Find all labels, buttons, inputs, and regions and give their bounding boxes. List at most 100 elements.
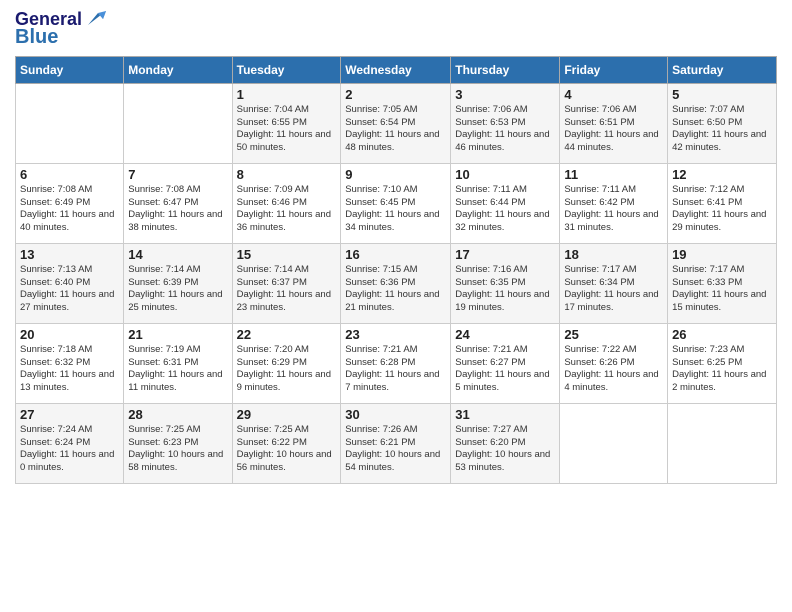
page-container: General Blue SundayMondayTuesdayWednesda… <box>0 0 792 494</box>
day-info: Sunrise: 7:06 AM Sunset: 6:51 PM Dayligh… <box>564 104 663 155</box>
day-info: Sunrise: 7:08 AM Sunset: 6:49 PM Dayligh… <box>20 184 119 235</box>
day-info: Sunrise: 7:27 AM Sunset: 6:20 PM Dayligh… <box>455 424 555 475</box>
day-info: Sunrise: 7:20 AM Sunset: 6:29 PM Dayligh… <box>237 344 337 395</box>
logo: General Blue <box>15 10 106 48</box>
day-info: Sunrise: 7:21 AM Sunset: 6:28 PM Dayligh… <box>345 344 446 395</box>
calendar-week-row: 6 Sunrise: 7:08 AM Sunset: 6:49 PM Daylig… <box>16 163 777 243</box>
day-info: Sunrise: 7:26 AM Sunset: 6:21 PM Dayligh… <box>345 424 446 475</box>
calendar-cell: 19 Sunrise: 7:17 AM Sunset: 6:33 PM Dayli… <box>668 243 777 323</box>
day-number: 6 <box>20 167 119 182</box>
day-number: 12 <box>672 167 772 182</box>
calendar-cell: 14Sunrise: 7:14 AM Sunset: 6:39 PM Dayli… <box>124 243 232 323</box>
day-info: Sunrise: 7:22 AM Sunset: 6:26 PM Dayligh… <box>564 344 663 395</box>
calendar-cell <box>16 83 124 163</box>
day-number: 2 <box>345 87 446 102</box>
day-info: Sunrise: 7:21 AM Sunset: 6:27 PM Dayligh… <box>455 344 555 395</box>
day-number: 7 <box>128 167 227 182</box>
day-number: 31 <box>455 407 555 422</box>
calendar-cell: 8 Sunrise: 7:09 AM Sunset: 6:46 PM Daylig… <box>232 163 341 243</box>
day-info: Sunrise: 7:23 AM Sunset: 6:25 PM Dayligh… <box>672 344 772 395</box>
day-number: 13 <box>20 247 119 262</box>
calendar-week-row: 13 Sunrise: 7:13 AM Sunset: 6:40 PM Dayli… <box>16 243 777 323</box>
day-info: Sunrise: 7:25 AM Sunset: 6:23 PM Dayligh… <box>128 424 227 475</box>
logo-blue: Blue <box>15 26 58 48</box>
day-number: 8 <box>237 167 337 182</box>
day-info: Sunrise: 7:19 AM Sunset: 6:31 PM Dayligh… <box>128 344 227 395</box>
day-info: Sunrise: 7:17 AM Sunset: 6:33 PM Dayligh… <box>672 264 772 315</box>
day-number: 16 <box>345 247 446 262</box>
day-info: Sunrise: 7:24 AM Sunset: 6:24 PM Dayligh… <box>20 424 119 475</box>
day-number: 28 <box>128 407 227 422</box>
day-info: Sunrise: 7:16 AM Sunset: 6:35 PM Dayligh… <box>455 264 555 315</box>
calendar-cell: 16 Sunrise: 7:15 AM Sunset: 6:36 PM Dayli… <box>341 243 451 323</box>
calendar-cell: 30 Sunrise: 7:26 AM Sunset: 6:21 PM Dayli… <box>341 403 451 483</box>
day-number: 26 <box>672 327 772 342</box>
calendar-cell: 3Sunrise: 7:06 AM Sunset: 6:53 PM Daylig… <box>451 83 560 163</box>
weekday-header-row: SundayMondayTuesdayWednesdayThursdayFrid… <box>16 56 777 83</box>
calendar-week-row: 1Sunrise: 7:04 AM Sunset: 6:55 PM Daylig… <box>16 83 777 163</box>
day-info: Sunrise: 7:07 AM Sunset: 6:50 PM Dayligh… <box>672 104 772 155</box>
day-info: Sunrise: 7:14 AM Sunset: 6:39 PM Dayligh… <box>128 264 227 315</box>
header: General Blue <box>15 10 777 48</box>
calendar-cell: 27 Sunrise: 7:24 AM Sunset: 6:24 PM Dayli… <box>16 403 124 483</box>
day-number: 29 <box>237 407 337 422</box>
calendar-week-row: 20 Sunrise: 7:18 AM Sunset: 6:32 PM Dayli… <box>16 323 777 403</box>
logo-icon <box>84 7 106 29</box>
day-number: 4 <box>564 87 663 102</box>
day-info: Sunrise: 7:11 AM Sunset: 6:44 PM Dayligh… <box>455 184 555 235</box>
calendar-week-row: 27 Sunrise: 7:24 AM Sunset: 6:24 PM Dayli… <box>16 403 777 483</box>
calendar-cell: 29Sunrise: 7:25 AM Sunset: 6:22 PM Dayli… <box>232 403 341 483</box>
day-info: Sunrise: 7:06 AM Sunset: 6:53 PM Dayligh… <box>455 104 555 155</box>
day-number: 15 <box>237 247 337 262</box>
day-number: 1 <box>237 87 337 102</box>
calendar-cell <box>560 403 668 483</box>
day-number: 22 <box>237 327 337 342</box>
day-info: Sunrise: 7:15 AM Sunset: 6:36 PM Dayligh… <box>345 264 446 315</box>
day-number: 18 <box>564 247 663 262</box>
day-number: 25 <box>564 327 663 342</box>
calendar-cell: 5 Sunrise: 7:07 AM Sunset: 6:50 PM Daylig… <box>668 83 777 163</box>
day-info: Sunrise: 7:12 AM Sunset: 6:41 PM Dayligh… <box>672 184 772 235</box>
calendar-cell: 28 Sunrise: 7:25 AM Sunset: 6:23 PM Dayli… <box>124 403 232 483</box>
weekday-header-cell: Saturday <box>668 56 777 83</box>
calendar-cell: 23Sunrise: 7:21 AM Sunset: 6:28 PM Dayli… <box>341 323 451 403</box>
day-number: 17 <box>455 247 555 262</box>
calendar-body: 1Sunrise: 7:04 AM Sunset: 6:55 PM Daylig… <box>16 83 777 483</box>
day-info: Sunrise: 7:10 AM Sunset: 6:45 PM Dayligh… <box>345 184 446 235</box>
calendar-cell: 13 Sunrise: 7:13 AM Sunset: 6:40 PM Dayli… <box>16 243 124 323</box>
calendar-cell: 21 Sunrise: 7:19 AM Sunset: 6:31 PM Dayli… <box>124 323 232 403</box>
day-info: Sunrise: 7:09 AM Sunset: 6:46 PM Dayligh… <box>237 184 337 235</box>
calendar-cell: 18 Sunrise: 7:17 AM Sunset: 6:34 PM Dayli… <box>560 243 668 323</box>
calendar-table: SundayMondayTuesdayWednesdayThursdayFrid… <box>15 56 777 484</box>
day-number: 30 <box>345 407 446 422</box>
day-number: 5 <box>672 87 772 102</box>
calendar-cell: 31 Sunrise: 7:27 AM Sunset: 6:20 PM Dayli… <box>451 403 560 483</box>
day-number: 20 <box>20 327 119 342</box>
calendar-cell <box>124 83 232 163</box>
weekday-header-cell: Sunday <box>16 56 124 83</box>
weekday-header-cell: Thursday <box>451 56 560 83</box>
day-info: Sunrise: 7:05 AM Sunset: 6:54 PM Dayligh… <box>345 104 446 155</box>
day-number: 11 <box>564 167 663 182</box>
calendar-cell: 25 Sunrise: 7:22 AM Sunset: 6:26 PM Dayli… <box>560 323 668 403</box>
calendar-cell: 4 Sunrise: 7:06 AM Sunset: 6:51 PM Daylig… <box>560 83 668 163</box>
day-info: Sunrise: 7:13 AM Sunset: 6:40 PM Dayligh… <box>20 264 119 315</box>
calendar-cell: 22 Sunrise: 7:20 AM Sunset: 6:29 PM Dayli… <box>232 323 341 403</box>
calendar-cell: 2 Sunrise: 7:05 AM Sunset: 6:54 PM Daylig… <box>341 83 451 163</box>
day-number: 9 <box>345 167 446 182</box>
day-number: 24 <box>455 327 555 342</box>
day-info: Sunrise: 7:08 AM Sunset: 6:47 PM Dayligh… <box>128 184 227 235</box>
weekday-header-cell: Monday <box>124 56 232 83</box>
calendar-cell: 10Sunrise: 7:11 AM Sunset: 6:44 PM Dayli… <box>451 163 560 243</box>
calendar-cell: 9 Sunrise: 7:10 AM Sunset: 6:45 PM Daylig… <box>341 163 451 243</box>
day-number: 21 <box>128 327 227 342</box>
day-number: 19 <box>672 247 772 262</box>
calendar-cell: 1Sunrise: 7:04 AM Sunset: 6:55 PM Daylig… <box>232 83 341 163</box>
weekday-header-cell: Friday <box>560 56 668 83</box>
day-info: Sunrise: 7:14 AM Sunset: 6:37 PM Dayligh… <box>237 264 337 315</box>
day-info: Sunrise: 7:17 AM Sunset: 6:34 PM Dayligh… <box>564 264 663 315</box>
calendar-cell: 11Sunrise: 7:11 AM Sunset: 6:42 PM Dayli… <box>560 163 668 243</box>
weekday-header-cell: Wednesday <box>341 56 451 83</box>
day-info: Sunrise: 7:18 AM Sunset: 6:32 PM Dayligh… <box>20 344 119 395</box>
day-number: 27 <box>20 407 119 422</box>
